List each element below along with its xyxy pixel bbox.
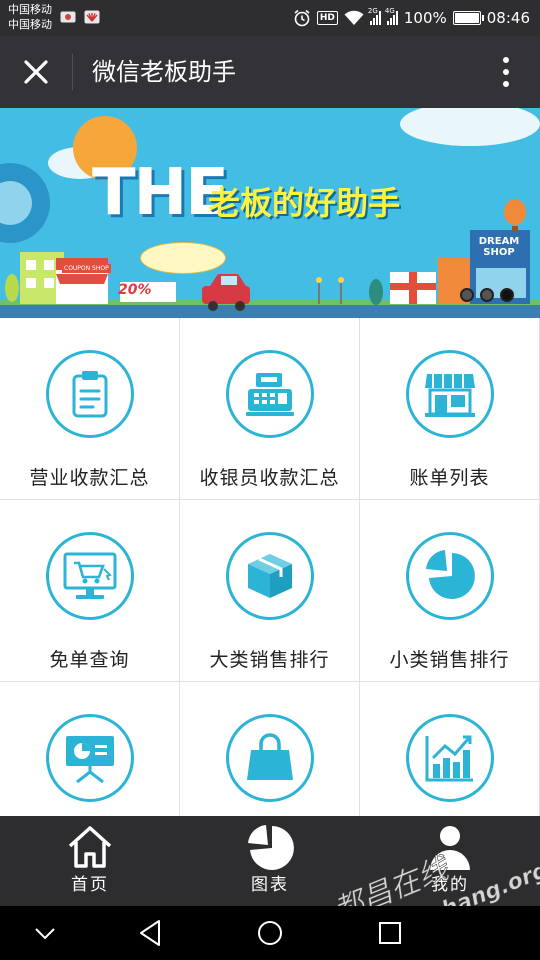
nav-charts[interactable]: 图表	[180, 816, 360, 906]
promo-banner[interactable]: THE 老板的好助手 20% COUPON SHOP DREAM SHOP	[0, 108, 540, 318]
grid-item-category-ranking[interactable]: 大类销售排行	[180, 500, 360, 682]
app-bar: 微信老板助手	[0, 36, 540, 108]
carrier-info: 中国移动 中国移动	[8, 2, 52, 32]
carousel-dot[interactable]	[460, 288, 474, 302]
signal-2g-icon: 2G	[368, 7, 381, 25]
feature-grid: 营业收款汇总 收银员收款汇总 账单列表 免单查询 大类销售排行 小类销售排行	[0, 318, 540, 816]
dream-shop-sign: DREAM SHOP	[478, 236, 520, 258]
status-icons: HD 2G 4G 100% 08:46	[293, 6, 530, 30]
recents-square-icon	[379, 922, 401, 944]
more-menu-button[interactable]	[492, 50, 520, 94]
grid-item-label: 小类销售排行	[389, 649, 510, 671]
grid-item-free-order-query[interactable]: 免单查询	[0, 500, 180, 682]
signal-4g-icon: 4G	[385, 7, 398, 25]
status-bar: 中国移动 中国移动 HD 2G 4G 100% 08:46	[0, 0, 540, 36]
net-4g-label: 4G	[384, 7, 395, 15]
grid-item-label: 收银员收款汇总	[199, 467, 340, 489]
home-icon	[68, 826, 112, 868]
grid-item-label: 营业收款汇总	[29, 467, 150, 489]
cash-register-icon	[226, 350, 314, 438]
battery-icon	[452, 11, 484, 25]
appbar-divider	[72, 54, 73, 90]
hide-nav-button[interactable]	[18, 912, 72, 954]
presentation-board-icon	[46, 714, 134, 802]
grid-item-label: 大类销售排行	[209, 649, 330, 671]
back-triangle-icon	[140, 920, 160, 946]
clock: 08:46	[486, 9, 530, 27]
carrier-2: 中国移动	[8, 18, 52, 31]
pie-chart-icon	[248, 825, 294, 870]
coupon-shop-sign: COUPON SHOP	[62, 264, 111, 273]
recents-button[interactable]	[363, 912, 417, 954]
battery-percent: 100%	[403, 9, 447, 27]
user-icon	[430, 826, 470, 870]
clipboard-icon	[46, 350, 134, 438]
system-nav-bar	[0, 906, 540, 960]
bar-chart-up-icon	[406, 714, 494, 802]
nav-label: 首页	[71, 875, 109, 895]
nav-mine[interactable]: 我的	[360, 816, 540, 906]
carrier-1: 中国移动	[8, 3, 52, 16]
wifi-icon	[344, 10, 364, 25]
pie-chart-icon	[406, 532, 494, 620]
carousel-indicators	[460, 288, 514, 302]
huawei-app-icon	[84, 10, 100, 24]
home-circle-icon	[258, 921, 282, 945]
screen-record-icon	[60, 11, 76, 23]
grid-item-shopping-bag[interactable]	[180, 682, 360, 816]
close-button[interactable]	[14, 50, 58, 94]
grid-item-sales-summary[interactable]: 营业收款汇总	[0, 318, 180, 500]
nav-home[interactable]: 首页	[0, 816, 180, 906]
bottom-nav: 首页 图表 我的	[0, 816, 540, 906]
grid-item-label: 免单查询	[49, 649, 130, 671]
box-icon	[226, 532, 314, 620]
grid-item-cashier-summary[interactable]: 收银员收款汇总	[180, 318, 360, 500]
speech-bubble	[140, 242, 226, 274]
back-button[interactable]	[123, 912, 177, 954]
grid-item-bill-list[interactable]: 账单列表	[360, 318, 540, 500]
shopping-bag-icon	[226, 714, 314, 802]
net-2g-label: 2G	[367, 7, 378, 15]
grid-item-trend-chart[interactable]	[360, 682, 540, 816]
nav-label: 图表	[251, 875, 289, 895]
home-button[interactable]	[243, 912, 297, 954]
chevron-down-icon	[35, 928, 55, 940]
close-icon	[24, 60, 48, 84]
nav-label: 我的	[431, 875, 469, 895]
grid-item-subcategory-ranking[interactable]: 小类销售排行	[360, 500, 540, 682]
discount-label: 20%	[118, 282, 152, 298]
carousel-dot-active[interactable]	[500, 288, 514, 302]
alarm-icon	[294, 9, 310, 27]
hd-badge: HD	[316, 11, 338, 25]
monitor-cart-icon	[46, 532, 134, 620]
banner-subtitle: 老板的好助手	[208, 184, 401, 222]
grid-item-presentation[interactable]	[0, 682, 180, 816]
carousel-dot[interactable]	[480, 288, 494, 302]
banner-headline: THE	[92, 156, 229, 230]
grid-item-label: 账单列表	[409, 467, 490, 489]
storefront-icon	[406, 350, 494, 438]
page-title: 微信老板助手	[92, 58, 236, 86]
